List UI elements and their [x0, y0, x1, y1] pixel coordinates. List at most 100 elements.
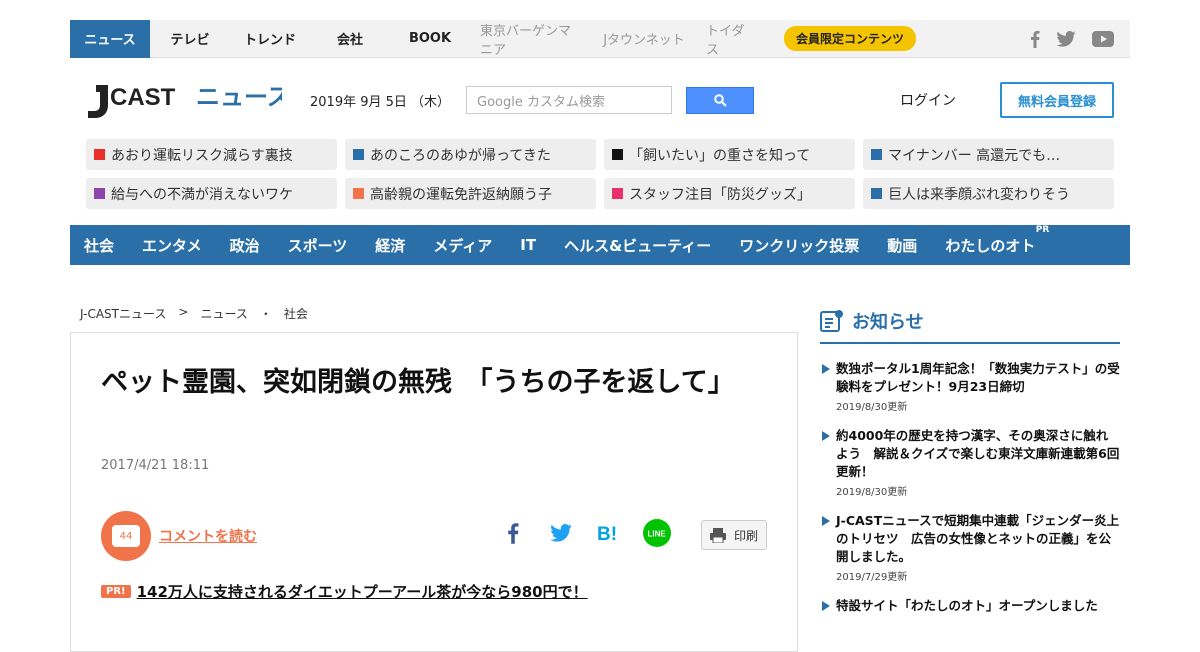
printer-icon: [709, 527, 726, 543]
svg-text:LINE: LINE: [648, 530, 667, 539]
category-marker: [353, 149, 364, 160]
trending-item[interactable]: 巨人は来季顔ぶれ変わりそう: [863, 178, 1114, 209]
tab-book[interactable]: BOOK: [390, 20, 470, 58]
article-date: 2017/4/21 18:11: [101, 458, 210, 473]
hatena-bookmark-icon[interactable]: B!: [595, 519, 623, 547]
category-watashi-no-oto[interactable]: わたしのオト PR: [945, 225, 1049, 256]
notice-item[interactable]: 数独ポータル1周年記念！「数独実力テスト」の受験料をプレゼント！9月23日締切 …: [820, 360, 1120, 413]
link-j-town-net[interactable]: Jタウンネット: [592, 20, 696, 58]
notice-item[interactable]: 特設サイト「わたしのオト」オープンしました: [820, 597, 1120, 615]
comment-count-button[interactable]: 44: [101, 511, 151, 561]
category-marker: [353, 188, 364, 199]
notice-headline: 特設サイト「わたしのオト」オープンしました: [836, 598, 1098, 613]
category-one-click-vote[interactable]: ワンクリック投票: [739, 235, 859, 256]
category-marker: [612, 149, 623, 160]
tab-tv[interactable]: テレビ: [150, 20, 230, 58]
category-marker: [871, 188, 882, 199]
trending-topics: あおり運転リスク減らす裏技 あのころのあゆが帰ってきた 「飼いたい」の重さを知っ…: [86, 139, 1114, 209]
link-toidas[interactable]: トイダス: [696, 20, 762, 58]
svg-text:B!: B!: [597, 524, 617, 543]
notice-headline: J-CASTニュースで短期集中連載「ジェンダー炎上のトリセツ 広告の女性像とネッ…: [836, 513, 1120, 564]
breadcrumb-home[interactable]: J-CASTニュース: [80, 305, 166, 322]
top-navigation-bar: ニュース テレビ トレンド 会社 BOOK 東京バーゲンマニア Jタウンネット …: [70, 19, 1130, 58]
tab-news[interactable]: ニュース: [70, 19, 150, 58]
trending-item[interactable]: 「飼いたい」の重さを知って: [604, 139, 855, 170]
sponsored-link: PR! 142万人に支持されるダイエットプーアール茶が今なら980円で！: [101, 581, 588, 602]
share-buttons: B! LINE: [499, 519, 671, 547]
tab-trend[interactable]: トレンド: [230, 20, 310, 58]
breadcrumb-society[interactable]: 社会: [284, 305, 308, 322]
facebook-share-icon[interactable]: [499, 519, 527, 547]
j-cast-logo-icon: CAST ニュース: [88, 84, 282, 118]
category-politics[interactable]: 政治: [230, 235, 260, 256]
sidebar-header: お知らせ: [820, 308, 1120, 344]
current-date: 2019年 9月 5日 （木）: [310, 94, 451, 110]
ad-link[interactable]: 142万人に支持されるダイエットプーアール茶が今なら980円で！: [137, 581, 588, 602]
arrow-right-icon: [822, 601, 830, 611]
register-button[interactable]: 無料会員登録: [1000, 82, 1114, 118]
arrow-right-icon: [822, 516, 830, 526]
category-marker: [871, 149, 882, 160]
breadcrumb: J-CASTニュース > ニュース ・ 社会: [80, 305, 308, 322]
category-sports[interactable]: スポーツ: [288, 235, 348, 256]
notice-icon: [820, 310, 843, 332]
notice-headline: 約4000年の歴史を持つ漢字、その奥深さに触れよう 解説＆クイズで楽しむ東洋文庫…: [836, 428, 1120, 479]
facebook-icon[interactable]: [1030, 30, 1040, 48]
print-label: 印刷: [733, 528, 758, 543]
notice-date: 2019/8/30更新: [836, 487, 908, 498]
notice-sidebar: お知らせ 数独ポータル1周年記念！「数独実力テスト」の受験料をプレゼント！9月2…: [820, 308, 1120, 629]
svg-text:CAST: CAST: [110, 84, 176, 111]
line-share-icon[interactable]: LINE: [643, 519, 671, 547]
notice-headline: 数独ポータル1周年記念！「数独実力テスト」の受験料をプレゼント！9月23日締切: [836, 361, 1120, 394]
notice-item[interactable]: 約4000年の歴史を持つ漢字、その奥深さに触れよう 解説＆クイズで楽しむ東洋文庫…: [820, 427, 1120, 498]
twitter-share-icon[interactable]: [547, 519, 575, 547]
svg-text:ニュース: ニュース: [196, 84, 282, 111]
link-tokyo-bargain-mania[interactable]: 東京バーゲンマニア: [470, 20, 592, 58]
member-content-badge[interactable]: 会員限定コンテンツ: [784, 26, 917, 51]
comment-count: 44: [119, 530, 133, 542]
trending-item[interactable]: マイナンバー 高還元でも…: [863, 139, 1114, 170]
trending-item[interactable]: 高齢親の運転免許返納願う子: [345, 178, 596, 209]
category-entertainment[interactable]: エンタメ: [142, 235, 202, 256]
breadcrumb-news[interactable]: ニュース: [200, 305, 247, 322]
arrow-right-icon: [822, 431, 830, 441]
comment-bubble-icon: 44: [112, 525, 140, 547]
pr-label: PR: [1035, 224, 1050, 235]
login-link[interactable]: ログイン: [900, 90, 956, 110]
social-links: [1030, 30, 1130, 48]
category-society[interactable]: 社会: [84, 235, 114, 256]
search-input[interactable]: Google カスタム検索: [466, 86, 672, 114]
breadcrumb-separator: >: [178, 305, 189, 319]
article-card: ペット霊園、突如閉鎖の無残 「うちの子を返して」 2017/4/21 18:11…: [70, 332, 798, 652]
trending-item[interactable]: あのころのあゆが帰ってきた: [345, 139, 596, 170]
youtube-icon[interactable]: [1092, 30, 1114, 47]
twitter-icon[interactable]: [1056, 30, 1076, 47]
trending-item[interactable]: あおり運転リスク減らす裏技: [86, 139, 337, 170]
notice-date: 2019/8/30更新: [836, 402, 908, 413]
notice-item[interactable]: J-CASTニュースで短期集中連載「ジェンダー炎上のトリセツ 広告の女性像とネッ…: [820, 512, 1120, 583]
sidebar-title: お知らせ: [852, 312, 924, 333]
category-health-beauty[interactable]: ヘルス&ビューティー: [564, 235, 711, 256]
print-button[interactable]: 印刷: [701, 520, 767, 550]
arrow-right-icon: [822, 364, 830, 374]
category-video[interactable]: 動画: [887, 235, 917, 256]
pr-tag: PR!: [101, 585, 131, 598]
category-navigation: 社会 エンタメ 政治 スポーツ 経済 メディア IT ヘルス&ビューティー ワン…: [70, 225, 1130, 265]
article-title: ペット霊園、突如閉鎖の無残 「うちの子を返して」: [101, 367, 735, 398]
trending-item[interactable]: スタッフ注目「防災グッズ」: [604, 178, 855, 209]
search-button[interactable]: [686, 86, 754, 114]
site-logo[interactable]: CAST ニュース: [86, 79, 286, 121]
category-marker: [94, 149, 105, 160]
read-comments-link[interactable]: コメントを読む: [159, 526, 257, 546]
category-marker: [94, 188, 105, 199]
category-economy[interactable]: 経済: [375, 235, 405, 256]
site-header: CAST ニュース 2019年 9月 5日 （木） Google カスタム検索 …: [70, 78, 1130, 122]
trending-item[interactable]: 給与への不満が消えないワケ: [86, 178, 337, 209]
search-placeholder: Google カスタム検索: [477, 94, 605, 110]
category-media[interactable]: メディア: [433, 235, 492, 256]
category-it[interactable]: IT: [520, 236, 536, 254]
notice-date: 2019/7/29更新: [836, 572, 908, 583]
breadcrumb-separator: ・: [259, 307, 272, 321]
category-marker: [612, 188, 623, 199]
tab-company[interactable]: 会社: [310, 20, 390, 58]
